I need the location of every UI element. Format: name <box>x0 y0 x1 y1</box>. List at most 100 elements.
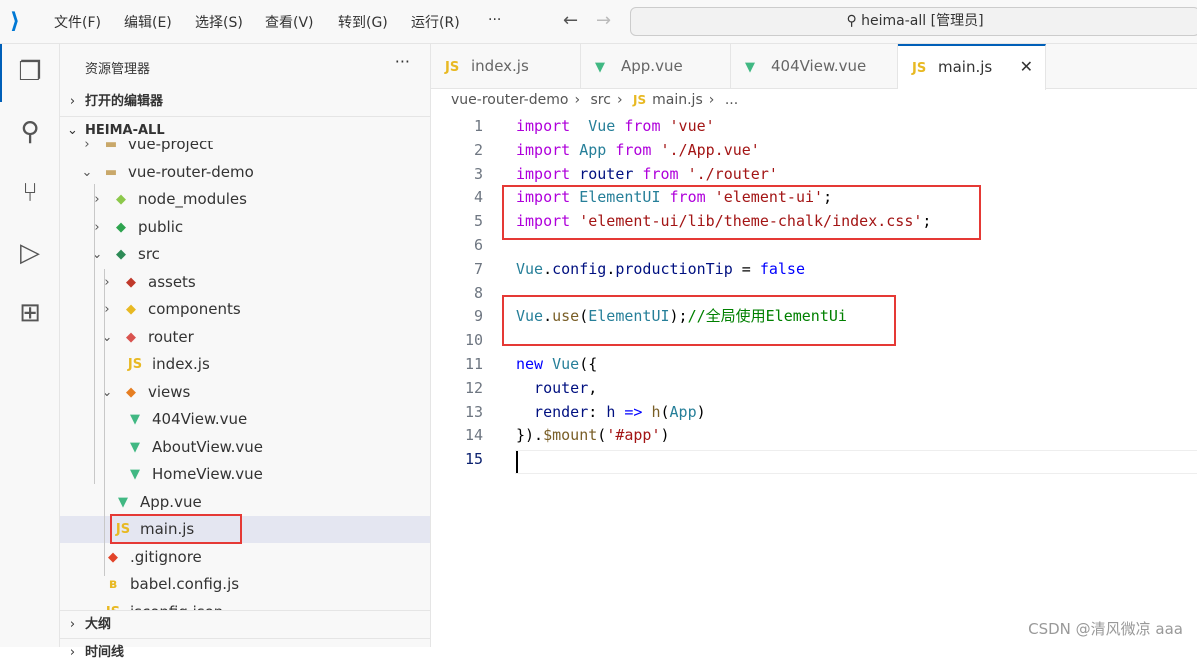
more-actions-icon[interactable]: ··· <box>395 52 410 71</box>
menu-view[interactable]: 查看(V) <box>265 12 314 32</box>
vue-icon: ▼ <box>130 467 140 482</box>
menu-more[interactable]: ··· <box>488 12 501 28</box>
editor-tabs: JS index.js ▼ App.vue ▼ 404View.vue JS main.… <box>431 44 1197 90</box>
chevron-right-icon: › <box>94 192 100 207</box>
tree-item[interactable]: ʙ babel.config.js <box>60 571 430 598</box>
line-number: 11 <box>464 355 483 373</box>
vue-icon: ▼ <box>130 412 140 427</box>
tab-404view-vue[interactable]: ▼ 404View.vue <box>731 44 898 89</box>
menu-file[interactable]: 文件(F) <box>54 12 101 32</box>
code-token: ( <box>597 426 607 445</box>
line-number: 1 <box>473 117 483 135</box>
vue-icon: ▼ <box>118 494 128 510</box>
code-token: ) <box>696 402 706 421</box>
run-debug-icon[interactable]: ▷ <box>14 237 46 269</box>
tree-item-label: assets <box>148 272 196 291</box>
public-folder-icon: ◆ <box>116 219 126 235</box>
tree-item[interactable]: › ▬ vue-project <box>60 141 430 158</box>
code-token: Vue <box>552 355 580 373</box>
menu-go[interactable]: 转到(G) <box>338 12 388 32</box>
breadcrumb-item[interactable]: src <box>591 92 611 108</box>
explorer-sidebar: 资源管理器 ··· › 打开的编辑器 ⌄ HEIMA-ALL › ▬ vue-proje… <box>60 44 431 660</box>
chevron-right-icon: › <box>94 219 100 235</box>
code-token: './router' <box>678 164 778 183</box>
chevron-down-icon: ⌄ <box>91 247 103 262</box>
tree-item[interactable]: ▼ 404View.vue <box>60 406 430 433</box>
code-line: render: h => h(App) <box>516 400 706 424</box>
forward-arrow-icon[interactable]: → <box>596 10 611 31</box>
breadcrumb-item[interactable]: main.js <box>652 92 703 108</box>
outline-section[interactable]: › 大纲 <box>60 610 430 638</box>
tree-item[interactable]: ⌄ ◆ router <box>60 324 430 351</box>
assets-folder-icon: ◆ <box>126 274 136 290</box>
code-line: import Vue from 'vue' <box>516 114 715 138</box>
close-icon[interactable]: ✕ <box>1020 46 1033 88</box>
workspace-section[interactable]: ⌄ HEIMA-ALL <box>60 116 430 144</box>
chevron-down-icon: ⌄ <box>81 164 93 180</box>
menu-selection[interactable]: 选择(S) <box>195 12 243 32</box>
line-number: 9 <box>473 307 483 326</box>
tree-item[interactable]: ▼ App.vue <box>60 489 430 516</box>
code-line: new Vue({ <box>516 352 597 376</box>
code-token: render <box>516 402 589 421</box>
tree-item-label: AboutView.vue <box>152 437 263 456</box>
code-token: : <box>588 402 607 421</box>
chevron-right-icon: › <box>69 645 76 660</box>
router-folder-icon: ◆ <box>126 329 136 345</box>
chevron-down-icon: ⌄ <box>101 384 113 400</box>
code-token: => <box>615 402 643 421</box>
command-center-search[interactable]: ⚲ heima-all [管理员] <box>630 7 1197 36</box>
search-icon[interactable]: ⚲ <box>14 116 46 148</box>
tree-item[interactable]: ⌄ ◆ src <box>60 241 430 268</box>
activity-bar: ❐ ⚲ ⑂ ▷ ⊞ <box>0 44 60 647</box>
code-token: from <box>615 117 661 135</box>
code-token: = <box>732 259 760 278</box>
active-indicator <box>0 44 2 102</box>
tree-item[interactable]: ▼ HomeView.vue <box>60 461 430 488</box>
open-editors-section[interactable]: › 打开的编辑器 <box>60 88 430 116</box>
source-control-icon[interactable]: ⑂ <box>14 177 46 209</box>
vscode-logo-icon: ⟩ <box>10 9 21 34</box>
chevron-right-icon: › <box>708 92 715 108</box>
tree-item[interactable]: JS index.js <box>60 351 430 378</box>
js-file-icon: JS <box>912 61 927 76</box>
folder-icon: ▬ <box>104 141 118 152</box>
menu-edit[interactable]: 编辑(E) <box>124 12 172 32</box>
tab-main-js[interactable]: JS main.js ✕ <box>898 44 1046 90</box>
tree-item[interactable]: › ◆ assets <box>60 269 430 296</box>
tree-item[interactable]: › ◆ components <box>60 296 430 323</box>
tree-item[interactable]: ⌄ ▬ vue-router-demo <box>60 159 430 186</box>
explorer-icon[interactable]: ❐ <box>14 56 46 88</box>
chevron-right-icon: › <box>69 94 76 109</box>
highlight-box-imports <box>502 185 981 240</box>
tree-item[interactable]: › ◆ public <box>60 214 430 241</box>
code-token: new <box>516 355 544 373</box>
back-arrow-icon[interactable]: ← <box>563 10 578 31</box>
code-line: Vue.config.productionTip = false <box>516 257 805 281</box>
tree-item[interactable]: › ◆ node_modules <box>60 186 430 213</box>
tree-item[interactable]: ⌄ ◆ views <box>60 379 430 406</box>
code-token: config <box>552 259 607 278</box>
tree-item[interactable]: ▼ AboutView.vue <box>60 434 430 461</box>
breadcrumb-item[interactable]: ... <box>725 92 738 108</box>
extensions-icon[interactable]: ⊞ <box>14 297 46 329</box>
tab-app-vue[interactable]: ▼ App.vue <box>581 44 731 89</box>
indent-guide <box>94 184 95 484</box>
tree-item-label: vue-project <box>128 141 214 153</box>
tab-index-js[interactable]: JS index.js <box>431 44 581 89</box>
line-number: 13 <box>464 402 483 421</box>
line-number: 2 <box>473 140 483 159</box>
timeline-section[interactable]: › 时间线 <box>60 638 430 666</box>
tree-item-label: App.vue <box>140 492 202 511</box>
chevron-right-icon: › <box>84 141 90 152</box>
explorer-title: 资源管理器 <box>85 62 151 77</box>
breadcrumb-item[interactable]: vue-router-demo <box>451 92 568 108</box>
tree-item[interactable]: ◆ .gitignore <box>60 544 430 571</box>
indent-guide <box>104 406 105 576</box>
code-token: from <box>606 140 652 159</box>
code-token: App <box>669 402 697 421</box>
code-line: router, <box>516 376 597 400</box>
code-token: router <box>516 378 589 397</box>
menu-run[interactable]: 运行(R) <box>411 12 460 32</box>
js-file-icon: JS <box>445 60 460 75</box>
